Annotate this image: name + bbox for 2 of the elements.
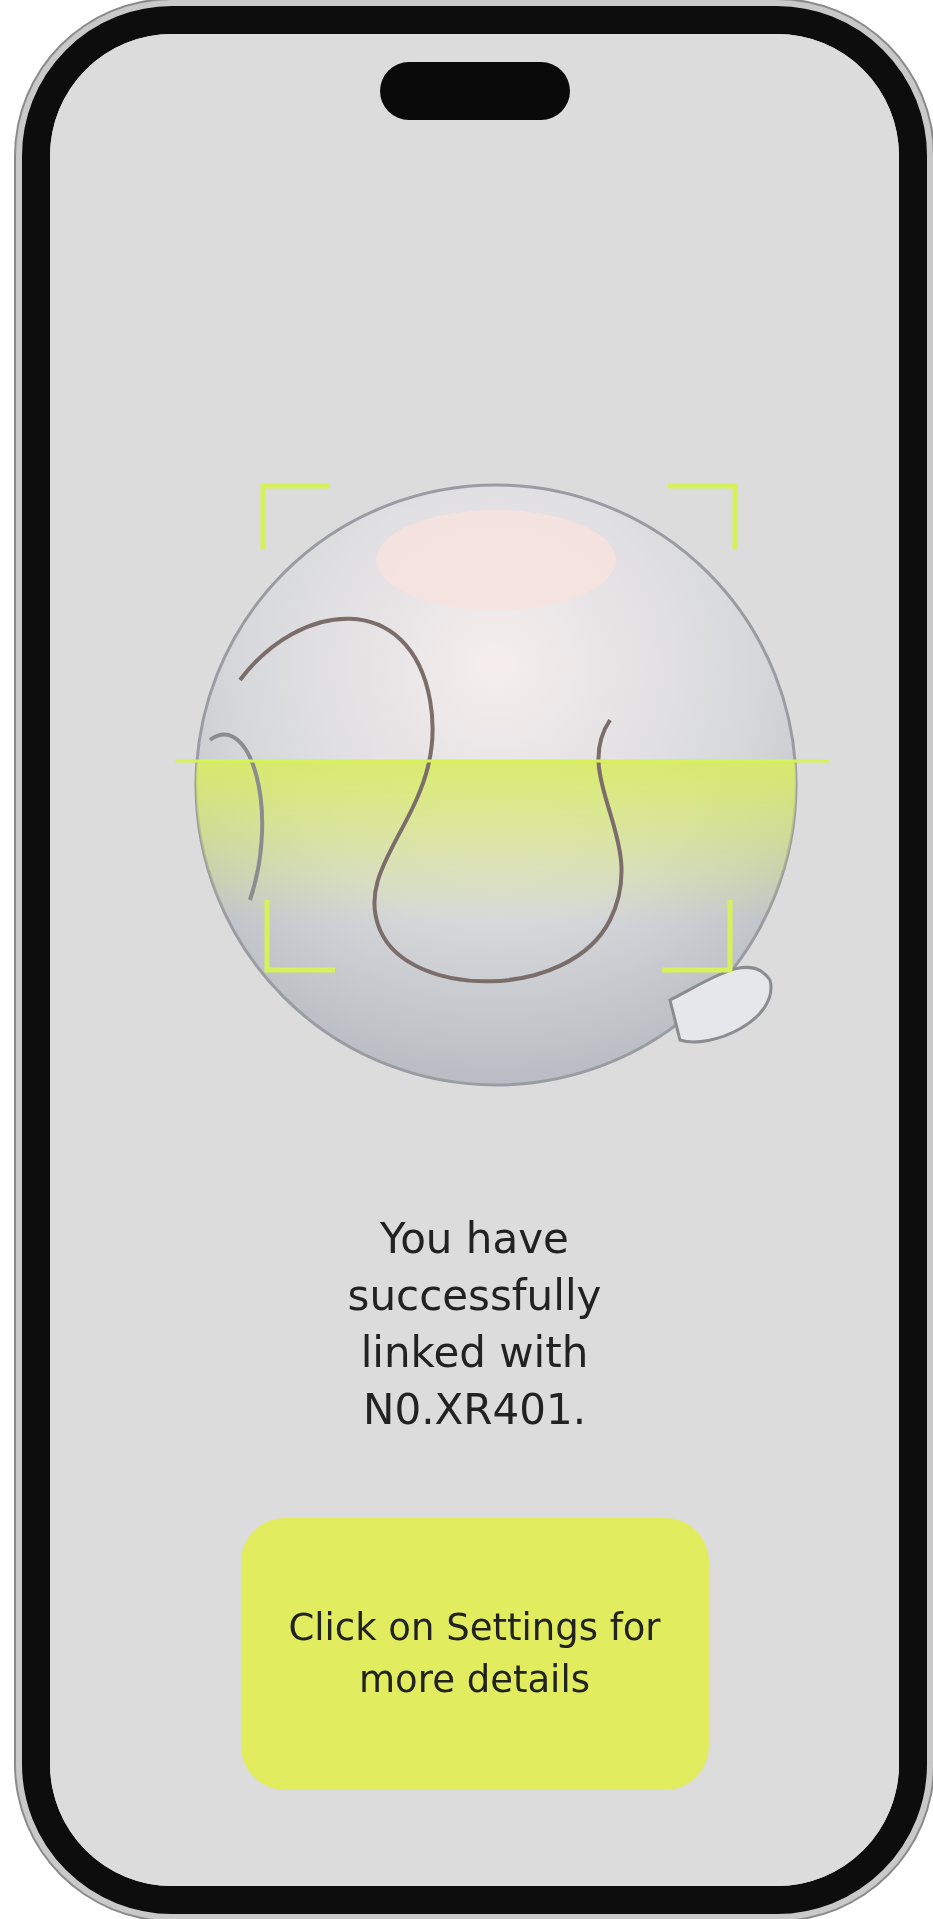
success-message: You have successfully linked with N0.XR401. [346, 1213, 603, 1436]
settings-button[interactable]: Click on Settings for more details [240, 1518, 709, 1790]
